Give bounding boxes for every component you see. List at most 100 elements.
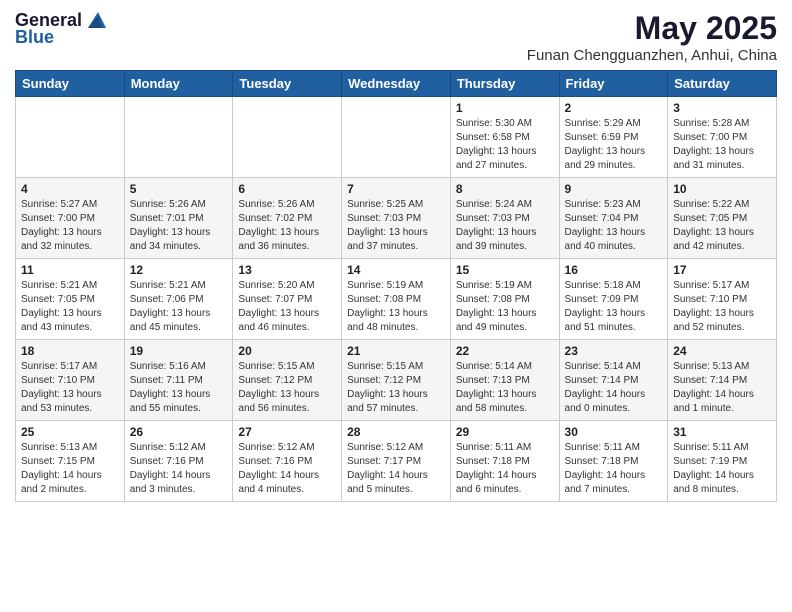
day-info: Sunrise: 5:15 AMSunset: 7:12 PMDaylight:… [347,360,445,416]
day-info: Sunrise: 5:27 AMSunset: 7:00 PMDaylight:… [21,198,119,254]
calendar-cell: 18 Sunrise: 5:17 AMSunset: 7:10 PMDayligh… [16,340,125,421]
day-info: Sunrise: 5:11 AMSunset: 7:19 PMDaylight:… [673,441,771,497]
day-number: 26 [130,425,228,439]
calendar-cell [233,97,342,178]
day-info: Sunrise: 5:17 AMSunset: 7:10 PMDaylight:… [673,279,771,335]
day-info: Sunrise: 5:22 AMSunset: 7:05 PMDaylight:… [673,198,771,254]
calendar-cell: 27Sunrise: 5:12 AMSunset: 7:16 PMDayligh… [233,421,342,502]
day-info: Sunrise: 5:19 AMSunset: 7:08 PMDaylight:… [456,279,554,335]
day-info: Sunrise: 5:14 AMSunset: 7:14 PMDaylight:… [565,360,663,416]
day-number: 15 [456,263,554,277]
calendar-cell: 14 Sunrise: 5:19 AMSunset: 7:08 PMDayligh… [342,259,451,340]
day-info: Sunrise: 5:14 AMSunset: 7:13 PMDaylight:… [456,360,554,416]
weekday-header-thursday: Thursday [450,71,559,97]
day-number: 31 [673,425,771,439]
page-header: General Blue May 2025 Funan Chengguanzhe… [15,10,777,64]
calendar-cell: 2 Sunrise: 5:29 AMSunset: 6:59 PMDaylight… [559,97,668,178]
day-info: Sunrise: 5:20 AMSunset: 7:07 PMDaylight:… [238,279,336,335]
day-number: 12 [130,263,228,277]
day-info: Sunrise: 5:19 AMSunset: 7:08 PMDaylight:… [347,279,445,335]
calendar-cell: 3 Sunrise: 5:28 AMSunset: 7:00 PMDaylight… [668,97,777,178]
calendar-cell: 9 Sunrise: 5:23 AMSunset: 7:04 PMDaylight… [559,178,668,259]
calendar-cell: 11 Sunrise: 5:21 AMSunset: 7:05 PMDayligh… [16,259,125,340]
weekday-header-sunday: Sunday [16,71,125,97]
day-info: Sunrise: 5:17 AMSunset: 7:10 PMDaylight:… [21,360,119,416]
day-number: 3 [673,101,771,115]
weekday-header-row: SundayMondayTuesdayWednesdayThursdayFrid… [16,71,777,97]
week-row-3: 11 Sunrise: 5:21 AMSunset: 7:05 PMDayligh… [16,259,777,340]
day-number: 8 [456,182,554,196]
calendar-cell: 5 Sunrise: 5:26 AMSunset: 7:01 PMDaylight… [124,178,233,259]
weekday-header-saturday: Saturday [668,71,777,97]
day-number: 7 [347,182,445,196]
calendar-cell: 28Sunrise: 5:12 AMSunset: 7:17 PMDayligh… [342,421,451,502]
day-number: 16 [565,263,663,277]
calendar-cell: 1Sunrise: 5:30 AMSunset: 6:58 PMDaylight… [450,97,559,178]
week-row-2: 4 Sunrise: 5:27 AMSunset: 7:00 PMDaylight… [16,178,777,259]
calendar-cell: 24 Sunrise: 5:13 AMSunset: 7:14 PMDayligh… [668,340,777,421]
day-info: Sunrise: 5:13 AMSunset: 7:15 PMDaylight:… [21,441,119,497]
day-number: 19 [130,344,228,358]
calendar-cell: 16 Sunrise: 5:18 AMSunset: 7:09 PMDayligh… [559,259,668,340]
day-info: Sunrise: 5:12 AMSunset: 7:16 PMDaylight:… [238,441,336,497]
calendar-cell: 31 Sunrise: 5:11 AMSunset: 7:19 PMDayligh… [668,421,777,502]
day-number: 13 [238,263,336,277]
calendar-cell [16,97,125,178]
day-info: Sunrise: 5:28 AMSunset: 7:00 PMDaylight:… [673,117,771,173]
day-info: Sunrise: 5:24 AMSunset: 7:03 PMDaylight:… [456,198,554,254]
day-number: 4 [21,182,119,196]
logo: General Blue [15,10,106,48]
day-number: 6 [238,182,336,196]
day-number: 28 [347,425,445,439]
day-info: Sunrise: 5:11 AMSunset: 7:18 PMDaylight:… [565,441,663,497]
day-info: Sunrise: 5:15 AMSunset: 7:12 PMDaylight:… [238,360,336,416]
main-title: May 2025 [527,10,777,47]
week-row-1: 1Sunrise: 5:30 AMSunset: 6:58 PMDaylight… [16,97,777,178]
day-info: Sunrise: 5:16 AMSunset: 7:11 PMDaylight:… [130,360,228,416]
day-number: 18 [21,344,119,358]
day-number: 23 [565,344,663,358]
logo-icon [84,10,106,30]
day-number: 11 [21,263,119,277]
calendar-cell: 30 Sunrise: 5:11 AMSunset: 7:18 PMDayligh… [559,421,668,502]
day-info: Sunrise: 5:11 AMSunset: 7:18 PMDaylight:… [456,441,554,497]
day-info: Sunrise: 5:21 AMSunset: 7:06 PMDaylight:… [130,279,228,335]
calendar-cell: 7Sunrise: 5:25 AMSunset: 7:03 PMDaylight… [342,178,451,259]
day-number: 30 [565,425,663,439]
day-number: 5 [130,182,228,196]
day-info: Sunrise: 5:29 AMSunset: 6:59 PMDaylight:… [565,117,663,173]
calendar-cell: 23 Sunrise: 5:14 AMSunset: 7:14 PMDayligh… [559,340,668,421]
day-info: Sunrise: 5:23 AMSunset: 7:04 PMDaylight:… [565,198,663,254]
day-info: Sunrise: 5:30 AMSunset: 6:58 PMDaylight:… [456,117,554,173]
calendar-cell: 8 Sunrise: 5:24 AMSunset: 7:03 PMDaylight… [450,178,559,259]
calendar-cell: 13 Sunrise: 5:20 AMSunset: 7:07 PMDayligh… [233,259,342,340]
calendar-cell: 21 Sunrise: 5:15 AMSunset: 7:12 PMDayligh… [342,340,451,421]
day-number: 14 [347,263,445,277]
day-number: 9 [565,182,663,196]
day-number: 24 [673,344,771,358]
calendar-cell: 15 Sunrise: 5:19 AMSunset: 7:08 PMDayligh… [450,259,559,340]
logo-blue: Blue [15,27,54,48]
week-row-5: 25Sunrise: 5:13 AMSunset: 7:15 PMDayligh… [16,421,777,502]
day-number: 21 [347,344,445,358]
calendar-cell: 29Sunrise: 5:11 AMSunset: 7:18 PMDayligh… [450,421,559,502]
day-info: Sunrise: 5:12 AMSunset: 7:16 PMDaylight:… [130,441,228,497]
week-row-4: 18 Sunrise: 5:17 AMSunset: 7:10 PMDayligh… [16,340,777,421]
day-number: 10 [673,182,771,196]
weekday-header-tuesday: Tuesday [233,71,342,97]
weekday-header-monday: Monday [124,71,233,97]
day-info: Sunrise: 5:26 AMSunset: 7:01 PMDaylight:… [130,198,228,254]
calendar-cell: 19 Sunrise: 5:16 AMSunset: 7:11 PMDayligh… [124,340,233,421]
day-info: Sunrise: 5:26 AMSunset: 7:02 PMDaylight:… [238,198,336,254]
day-info: Sunrise: 5:18 AMSunset: 7:09 PMDaylight:… [565,279,663,335]
day-number: 2 [565,101,663,115]
calendar-cell: 20Sunrise: 5:15 AMSunset: 7:12 PMDayligh… [233,340,342,421]
calendar-cell: 22Sunrise: 5:14 AMSunset: 7:13 PMDayligh… [450,340,559,421]
calendar-cell: 6 Sunrise: 5:26 AMSunset: 7:02 PMDaylight… [233,178,342,259]
weekday-header-wednesday: Wednesday [342,71,451,97]
day-info: Sunrise: 5:21 AMSunset: 7:05 PMDaylight:… [21,279,119,335]
calendar-cell: 25Sunrise: 5:13 AMSunset: 7:15 PMDayligh… [16,421,125,502]
day-info: Sunrise: 5:13 AMSunset: 7:14 PMDaylight:… [673,360,771,416]
calendar-cell: 10 Sunrise: 5:22 AMSunset: 7:05 PMDayligh… [668,178,777,259]
calendar-cell [342,97,451,178]
